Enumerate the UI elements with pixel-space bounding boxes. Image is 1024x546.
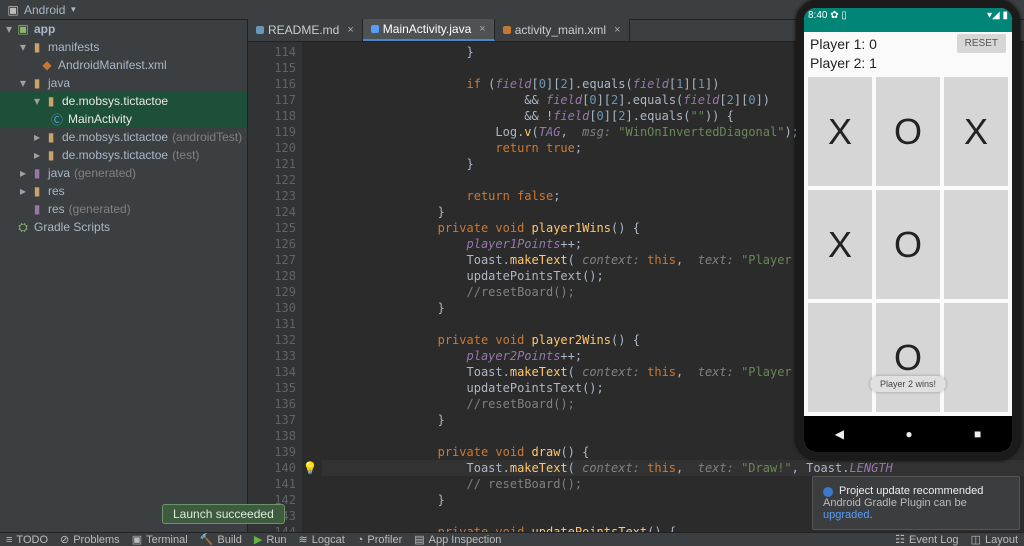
file-icon (256, 26, 264, 34)
project-view-dropdown[interactable]: Android (24, 3, 65, 17)
file-icon (371, 25, 379, 33)
cell-1-1[interactable]: O (876, 190, 940, 299)
cell-0-1[interactable]: O (876, 77, 940, 186)
player1-score: Player 1: 0 (810, 36, 877, 52)
cell-2-2[interactable] (944, 303, 1008, 412)
file-icon (503, 26, 511, 34)
chevron-down-icon[interactable]: ▼ (69, 5, 77, 14)
tree-gradle-scripts[interactable]: ⛭Gradle Scripts (0, 218, 247, 236)
tab-logcat[interactable]: ≋ Logcat (293, 533, 351, 546)
notification-update[interactable]: Project update recommended Android Gradl… (812, 476, 1020, 530)
status-bar: 8:40 ✿ ▯ ▾◢ ▮ (804, 8, 1012, 22)
cell-1-0[interactable]: X (808, 190, 872, 299)
tree-pkg-androidtest[interactable]: ▸▮de.mobsys.tictactoe(androidTest) (0, 128, 247, 146)
tab-run[interactable]: ▶ Run (248, 533, 293, 546)
tree-manifests[interactable]: ▾▮manifests (0, 38, 247, 56)
tab-profiler[interactable]: ◔ Profiler (351, 534, 409, 546)
nav-recent-icon[interactable]: ■ (974, 427, 981, 441)
cell-1-2[interactable] (944, 190, 1008, 299)
launch-succeeded-balloon: Launch succeeded (162, 504, 285, 524)
tab-layout[interactable]: ◫ Layout (965, 533, 1024, 546)
tree-res[interactable]: ▸▮res (0, 182, 247, 200)
tab-todo[interactable]: ≡ TODO (0, 534, 54, 546)
cell-0-2[interactable]: X (944, 77, 1008, 186)
emulator-screen[interactable]: 8:40 ✿ ▯ ▾◢ ▮ Player 1: 0 RESET Player 2… (804, 8, 1012, 452)
android-nav-bar: ◀ ● ■ (804, 416, 1012, 452)
upgrade-link[interactable]: upgraded (823, 509, 870, 521)
tree-java-gen[interactable]: ▸▮java(generated) (0, 164, 247, 182)
tab-readme[interactable]: README.md × (248, 19, 363, 41)
status-time: 8:40 (808, 10, 827, 21)
tab-mainactivity[interactable]: MainActivity.java × (363, 19, 495, 41)
project-tree[interactable]: ▾▣app ▾▮manifests ◆AndroidManifest.xml ▾… (0, 20, 248, 532)
tree-pkg-main[interactable]: ▾▮de.mobsys.tictactoe (0, 92, 247, 110)
close-icon[interactable]: × (347, 24, 353, 36)
nav-home-icon[interactable]: ● (905, 427, 912, 441)
cell-2-1[interactable]: O (876, 303, 940, 412)
tab-problems[interactable]: ⊘ Problems (54, 533, 126, 546)
tree-app-label: app (34, 22, 55, 36)
tree-manifest-file[interactable]: ◆AndroidManifest.xml (0, 56, 247, 74)
emulator-frame: 8:40 ✿ ▯ ▾◢ ▮ Player 1: 0 RESET Player 2… (796, 0, 1020, 460)
reset-button[interactable]: RESET (957, 34, 1006, 53)
tictactoe-grid: X O X X O O (804, 73, 1012, 416)
toast-message: Player 2 wins! (870, 376, 946, 392)
cell-2-0[interactable] (808, 303, 872, 412)
tree-res-gen[interactable]: ▮res(generated) (0, 200, 247, 218)
bottom-tool-tabs: ≡ TODO ⊘ Problems ▣ Terminal 🔨 Build ▶ R… (0, 532, 1024, 546)
notification-body: Android Gradle Plugin can be upgraded. (823, 497, 1009, 521)
status-right-icons: ▾◢ ▮ (987, 10, 1008, 21)
nav-back-icon[interactable]: ◀ (835, 427, 844, 441)
tab-eventlog[interactable]: ☷ Event Log (889, 533, 964, 546)
tree-main-activity[interactable]: ⒸMainActivity (0, 110, 247, 128)
tab-terminal[interactable]: ▣ Terminal (126, 533, 194, 546)
tab-build[interactable]: 🔨 Build (194, 533, 248, 546)
tab-activity-layout[interactable]: activity_main.xml × (495, 19, 630, 41)
notification-title: Project update recommended (839, 485, 1009, 497)
tree-java[interactable]: ▾▮java (0, 74, 247, 92)
line-number-gutter: 1141151161171181191201211221231241251261… (248, 42, 302, 532)
tab-appinspection[interactable]: ▤ App Inspection (408, 533, 507, 546)
app-action-bar (804, 22, 1012, 32)
close-icon[interactable]: × (614, 24, 620, 36)
android-icon: ▣ (6, 3, 20, 17)
tree-pkg-test[interactable]: ▸▮de.mobsys.tictactoe(test) (0, 146, 247, 164)
player2-score: Player 2: 1 (810, 55, 877, 71)
cell-0-0[interactable]: X (808, 77, 872, 186)
close-icon[interactable]: × (479, 23, 485, 35)
tree-app-node[interactable]: ▾▣app (0, 20, 247, 38)
